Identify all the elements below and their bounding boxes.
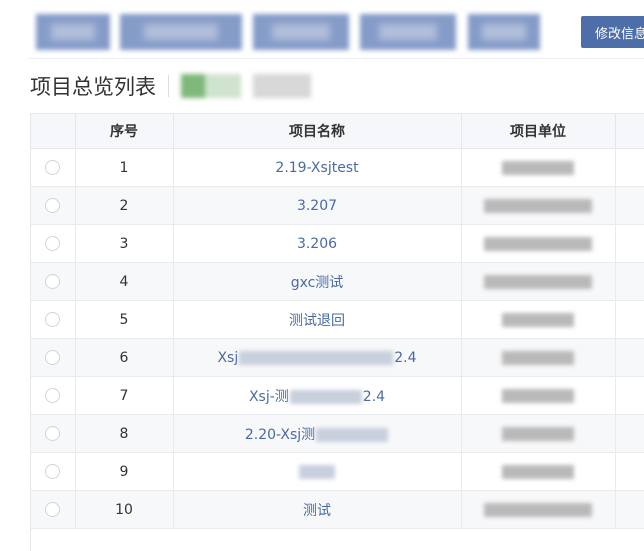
row-radio[interactable] <box>45 312 61 327</box>
row-radio[interactable] <box>45 350 61 365</box>
redacted-unit <box>484 236 592 251</box>
header-project-unit: 项目单位 <box>461 113 616 149</box>
row-radio[interactable] <box>45 236 61 251</box>
row-number: 9 <box>75 452 174 491</box>
page-title: 项目总览列表 <box>30 75 156 99</box>
redacted-nav-item-4[interactable] <box>360 14 456 50</box>
redacted-nav-item-2[interactable] <box>120 14 242 50</box>
redacted-name <box>239 350 394 365</box>
project-name-link[interactable]: 3.207 <box>297 198 337 214</box>
row-number: 7 <box>75 376 174 415</box>
row-extra <box>615 262 644 301</box>
project-name-link[interactable]: 测试退回 <box>289 313 345 329</box>
row-radio[interactable] <box>45 426 61 441</box>
redacted-unit <box>502 388 574 403</box>
row-extra <box>615 376 644 415</box>
table-row[interactable]: 5 测试退回 <box>31 300 644 339</box>
redacted-name <box>289 389 362 404</box>
top-toolbar: 修改信息 <box>28 0 644 59</box>
row-extra <box>615 300 644 339</box>
project-name-suffix[interactable]: 2.4 <box>394 350 416 366</box>
row-number: 2 <box>75 186 174 225</box>
project-name-prefix[interactable]: 2.20-Xsj测 <box>245 427 315 443</box>
redacted-unit <box>484 198 592 213</box>
title-row: 项目总览列表 <box>30 68 311 104</box>
header-extra <box>615 113 644 149</box>
row-extra <box>615 338 644 377</box>
redacted-nav-item-1[interactable] <box>36 14 110 50</box>
redacted-nav-item-5[interactable] <box>468 14 540 50</box>
table-header-row: 序号 项目名称 项目单位 <box>31 113 644 149</box>
row-radio[interactable] <box>45 198 61 213</box>
row-extra <box>615 148 644 187</box>
table-row[interactable]: 4 gxc测试 <box>31 262 644 301</box>
table-row[interactable]: 8 2.20-Xsj测 <box>31 414 644 453</box>
row-extra <box>615 186 644 225</box>
redacted-nav-item-3[interactable] <box>253 14 349 50</box>
row-radio[interactable] <box>45 388 61 403</box>
row-extra <box>615 414 644 453</box>
table-row[interactable]: 2 3.207 <box>31 186 644 225</box>
project-name-prefix[interactable]: Xsj-测 <box>249 389 289 405</box>
project-table: 序号 项目名称 项目单位 1 2.19-Xsjtest 2 3.207 3 3.… <box>30 113 644 551</box>
table-row[interactable]: 3 3.206 <box>31 224 644 263</box>
project-name-link[interactable]: 2.19-Xsjtest <box>275 160 358 176</box>
redacted-unit <box>502 312 574 327</box>
redacted-unit <box>502 426 574 441</box>
table-row[interactable]: 6 Xsj 2.4 <box>31 338 644 377</box>
row-radio[interactable] <box>45 502 61 517</box>
row-number: 1 <box>75 148 174 187</box>
row-number: 3 <box>75 224 174 263</box>
row-radio[interactable] <box>45 274 61 289</box>
project-name-prefix[interactable]: Xsj <box>217 350 238 366</box>
row-extra <box>615 224 644 263</box>
redacted-unit <box>502 160 574 175</box>
table-row[interactable]: 1 2.19-Xsjtest <box>31 148 644 187</box>
redacted-unit <box>502 464 574 479</box>
edit-info-button[interactable]: 修改信息 <box>581 16 644 48</box>
project-name-link[interactable]: gxc测试 <box>291 275 344 291</box>
redacted-title-text <box>253 74 311 98</box>
header-number: 序号 <box>75 113 174 149</box>
row-number: 10 <box>75 490 174 529</box>
redacted-name <box>316 427 389 442</box>
project-name-suffix[interactable]: 2.4 <box>363 389 385 405</box>
row-extra <box>615 490 644 529</box>
title-divider <box>168 75 169 97</box>
header-project-name: 项目名称 <box>173 113 462 149</box>
project-name-cell[interactable]: Xsj 2.4 <box>217 350 416 366</box>
project-name-link[interactable]: 测试 <box>303 503 331 519</box>
project-name-link[interactable]: 3.206 <box>297 236 337 252</box>
header-select <box>31 113 76 149</box>
row-radio[interactable] <box>45 464 61 479</box>
redacted-unit <box>502 350 574 365</box>
redacted-unit <box>484 502 592 517</box>
row-number: 6 <box>75 338 174 377</box>
row-radio[interactable] <box>45 160 61 175</box>
redacted-title-badge <box>181 74 241 98</box>
table-row[interactable]: 10 测试 <box>31 490 644 529</box>
table-row[interactable]: 9 <box>31 452 644 491</box>
row-number: 8 <box>75 414 174 453</box>
row-number: 5 <box>75 300 174 339</box>
project-name-cell[interactable]: Xsj-测 2.4 <box>249 389 385 405</box>
row-number: 4 <box>75 262 174 301</box>
redacted-name[interactable] <box>299 464 335 479</box>
redacted-unit <box>484 274 592 289</box>
table-row[interactable]: 7 Xsj-测 2.4 <box>31 376 644 415</box>
row-extra <box>615 452 644 491</box>
project-name-cell[interactable]: 2.20-Xsj测 <box>245 427 389 443</box>
